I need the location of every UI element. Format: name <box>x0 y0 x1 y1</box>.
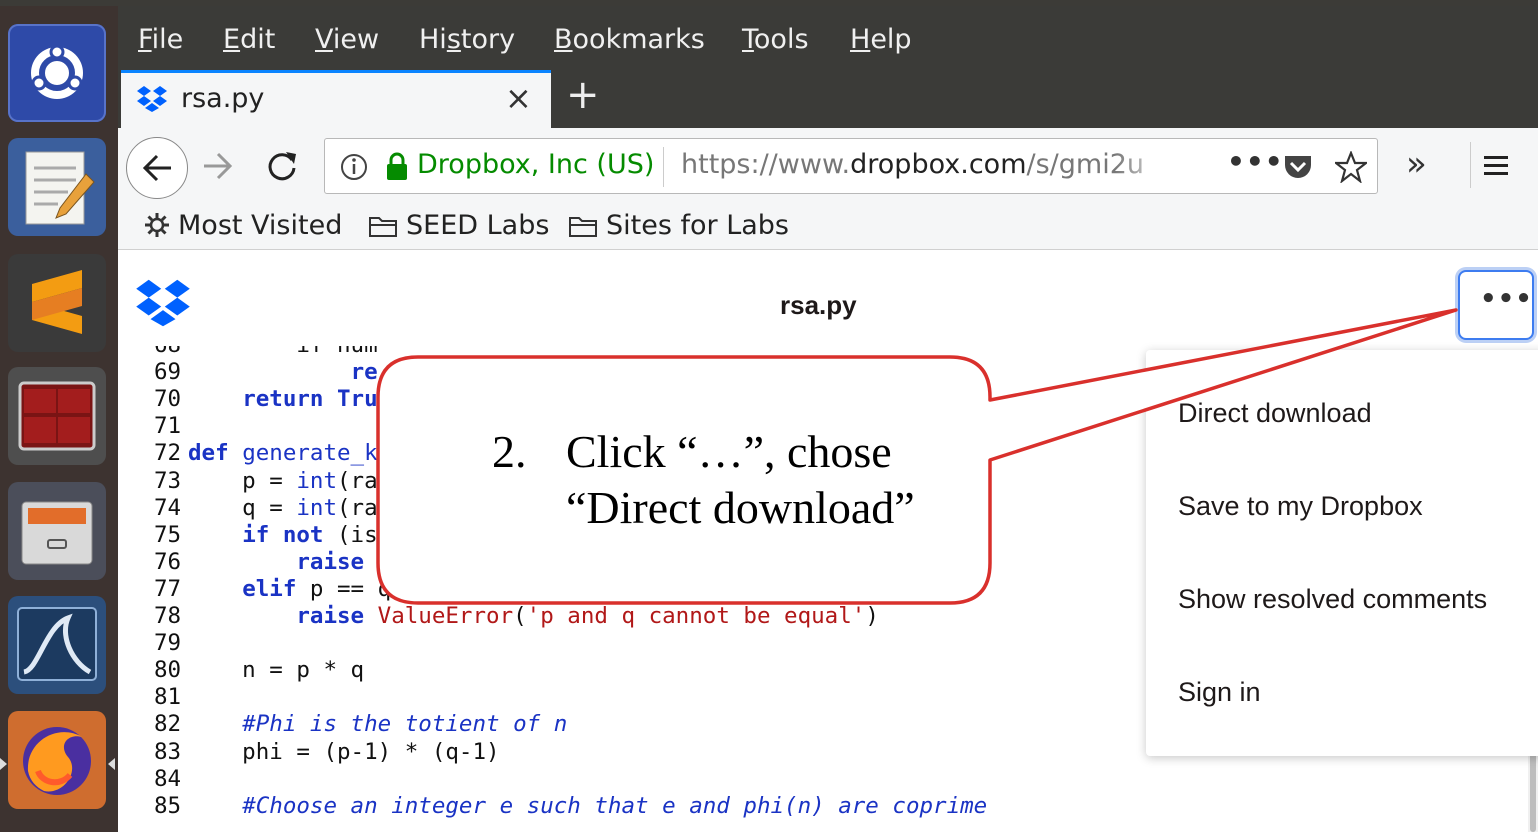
callout-step-number: 2. <box>492 426 527 477</box>
callout-line-1: Click “…”, chose <box>566 426 892 477</box>
callout-line-2: “Direct download” <box>566 482 915 533</box>
callout-bubble <box>376 308 1458 605</box>
